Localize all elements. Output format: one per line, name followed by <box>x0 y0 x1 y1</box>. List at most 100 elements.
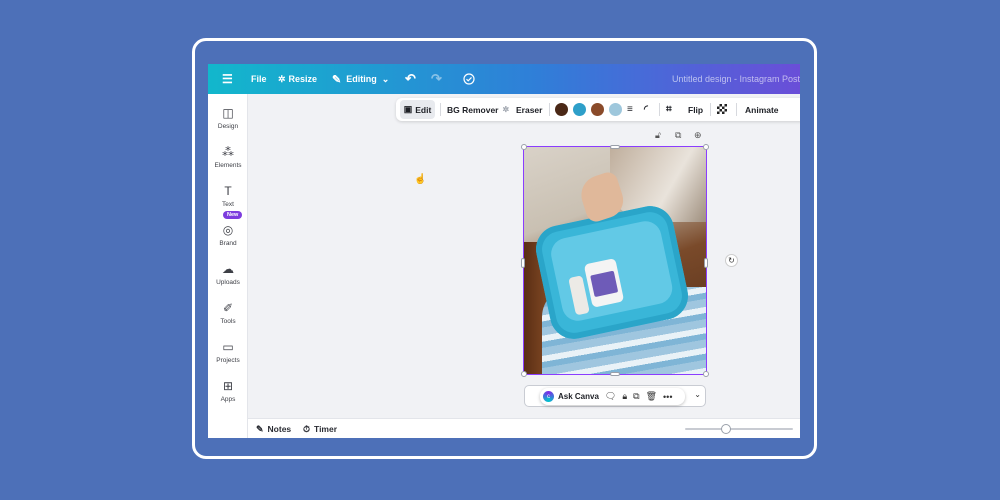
sidebar-item-label: Apps <box>220 396 236 403</box>
timer-icon: ⏱︎ <box>303 423 311 434</box>
sidebar-item-label: Elements <box>214 162 242 169</box>
tools-icon: ✐ <box>222 301 234 315</box>
timer-label: Timer <box>314 424 338 434</box>
resize-handle[interactable] <box>703 371 709 377</box>
sidebar-item-text[interactable]: T Text <box>208 184 248 208</box>
color-swatch[interactable] <box>591 103 604 116</box>
resize-handle[interactable] <box>704 258 708 268</box>
trash-icon[interactable]: 🗑︎ <box>646 391 657 402</box>
redo-icon[interactable]: ↷ <box>431 64 442 94</box>
bg-remover-label: BG Remover <box>447 104 499 115</box>
add-page-icon[interactable]: ⊕ <box>694 130 702 141</box>
ask-canva-toolbar: c Ask Canva 🗨︎ 🔒︎ ⧉ 🗑︎ ••• <box>540 388 685 405</box>
chevron-down-icon: ⌄ <box>381 73 390 84</box>
design-title[interactable]: Untitled design - Instagram Post <box>672 64 800 94</box>
cloud-check-icon[interactable] <box>463 64 475 94</box>
zoom-slider-thumb[interactable] <box>721 424 731 434</box>
color-swatch[interactable] <box>555 103 568 116</box>
pencil-icon: ✎ <box>332 73 342 86</box>
text-icon: T <box>224 184 232 198</box>
uploads-icon: ☁ <box>222 262 234 276</box>
bottom-bar: ✎ Notes ⏱︎ Timer <box>248 418 800 438</box>
apps-icon: ⊞ <box>222 379 234 393</box>
resize-label: Resize <box>288 74 318 84</box>
sidebar-item-uploads[interactable]: ☁ Uploads <box>208 262 248 286</box>
photo-bag-inner <box>548 218 676 324</box>
sidebar-item-design[interactable]: ◫ Design <box>208 106 248 130</box>
photo-vitamin-bottle <box>583 258 625 308</box>
crown-icon: ✲ <box>502 105 510 114</box>
editing-mode-dropdown[interactable]: ✎ Editing ⌄ <box>332 64 389 94</box>
rotate-icon[interactable]: ↻ <box>725 254 738 267</box>
edit-label: Edit <box>415 104 432 115</box>
lock-icon[interactable]: 🔒︎ <box>622 391 627 402</box>
lock-icon[interactable]: 🔓︎ <box>655 130 661 141</box>
edit-image-button[interactable]: ▣ Edit <box>400 100 435 119</box>
floating-toolbar: c Ask Canva 🗨︎ 🔒︎ ⧉ 🗑︎ ••• ⌄ <box>524 385 706 407</box>
divider <box>710 103 711 116</box>
image-context-toolbar: ▣ Edit BG Remover ✲ Eraser ≡ ◜ ⌗ Flip Anim… <box>396 98 800 121</box>
top-bar: ☰ File ✲ Resize ✎ Editing ⌄ ↶ ↷ Untitled de… <box>208 64 800 94</box>
divider <box>736 103 737 116</box>
resize-handle[interactable] <box>610 145 620 149</box>
notes-label: Notes <box>267 424 292 434</box>
sidebar-item-tools[interactable]: ✐ Tools <box>208 301 248 325</box>
selected-photo[interactable] <box>523 146 707 375</box>
color-swatch[interactable] <box>573 103 586 116</box>
divider <box>440 103 441 116</box>
divider <box>549 103 550 116</box>
duplicate-page-icon[interactable]: ⧉ <box>675 130 681 141</box>
sidebar-item-projects[interactable]: ▭ Projects <box>208 340 248 364</box>
more-icon[interactable]: ••• <box>663 392 672 402</box>
resize-handle[interactable] <box>703 144 709 150</box>
sidebar-item-label: Projects <box>216 357 240 364</box>
sidebar-item-label: Tools <box>220 318 236 325</box>
resize-handle[interactable] <box>521 144 527 150</box>
comment-icon[interactable]: 🗨︎ <box>605 391 616 402</box>
undo-icon[interactable]: ↶ <box>405 64 416 94</box>
sidebar-item-label: Brand <box>219 240 237 247</box>
divider <box>659 103 660 116</box>
new-badge: New <box>223 211 243 219</box>
hand-cursor-icon: ☝ <box>414 174 427 185</box>
zoom-slider-track[interactable] <box>685 428 793 430</box>
sidebar: ◫ Design ⁂ Elements T Text New ◎ Brand ☁… <box>208 94 248 438</box>
notes-icon: ✎ <box>256 423 264 434</box>
sidebar-item-label: Uploads <box>216 279 240 286</box>
design-icon: ◫ <box>222 106 234 120</box>
elements-icon: ⁂ <box>222 145 234 159</box>
resize-handle[interactable] <box>521 258 525 268</box>
sidebar-item-label: Design <box>217 123 239 130</box>
sidebar-item-brand[interactable]: New ◎ Brand <box>208 211 248 247</box>
eraser-button[interactable]: Eraser <box>516 98 542 121</box>
sidebar-item-elements[interactable]: ⁂ Elements <box>208 145 248 169</box>
corner-rounding-icon[interactable]: ◜ <box>644 98 648 121</box>
duplicate-icon[interactable]: ⧉ <box>633 391 639 402</box>
bg-remover-button[interactable]: BG Remover ✲ <box>447 98 509 121</box>
chevron-down-icon[interactable]: ⌄ <box>694 390 701 399</box>
brand-icon: ◎ <box>222 223 234 237</box>
sidebar-item-apps[interactable]: ⊞ Apps <box>208 379 248 403</box>
projects-icon: ▭ <box>222 340 234 354</box>
crop-icon[interactable]: ⌗ <box>666 98 672 121</box>
notes-button[interactable]: ✎ Notes <box>256 419 291 438</box>
hamburger-icon[interactable]: ☰ <box>222 64 233 94</box>
border-style-icon[interactable]: ≡ <box>627 98 633 121</box>
sidebar-item-label: Text <box>222 201 234 208</box>
editing-label: Editing <box>346 74 377 84</box>
animate-button[interactable]: Animate <box>745 98 779 121</box>
resize-handle[interactable] <box>610 372 620 376</box>
ask-canva-button[interactable]: Ask Canva <box>558 392 599 401</box>
resize-button[interactable]: ✲ Resize <box>278 64 317 94</box>
transparency-icon[interactable] <box>717 104 727 114</box>
photo-bottle-label <box>590 270 619 298</box>
timer-button[interactable]: ⏱︎ Timer <box>303 419 337 438</box>
resize-crown-icon: ✲ <box>278 73 286 84</box>
resize-handle[interactable] <box>521 371 527 377</box>
canva-logo-icon: c <box>543 391 554 402</box>
color-swatch[interactable] <box>609 103 622 116</box>
canva-editor-window: ☰ File ✲ Resize ✎ Editing ⌄ ↶ ↷ Untitled de… <box>208 64 800 438</box>
flip-button[interactable]: Flip <box>688 98 703 121</box>
image-edit-icon: ▣ <box>403 104 413 114</box>
file-menu[interactable]: File <box>251 64 267 94</box>
